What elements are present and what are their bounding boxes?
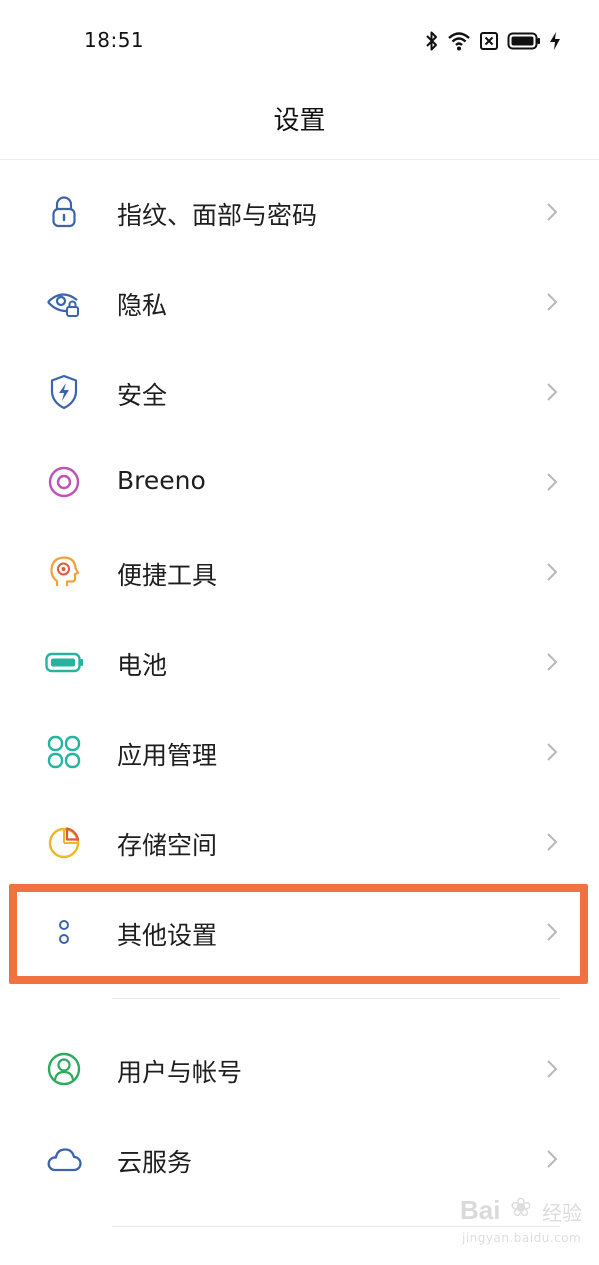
settings-item-label: 存储空间 — [117, 831, 218, 860]
app-management-icon — [44, 732, 84, 772]
settings-item-convenience-tools[interactable]: 便捷工具 — [0, 527, 599, 617]
battery-icon — [44, 642, 84, 682]
chevron-right-icon — [541, 1058, 563, 1080]
chevron-right-icon — [541, 741, 563, 763]
lock-icon — [44, 192, 84, 232]
settings-item-cloud-service[interactable]: 云服务 — [0, 1114, 599, 1204]
battery-icon — [507, 31, 541, 51]
bluetooth-icon — [425, 30, 439, 52]
section-divider — [112, 998, 560, 999]
page-title: 设置 — [273, 106, 326, 136]
chevron-right-icon — [541, 1148, 563, 1170]
settings-item-label: Breeno — [117, 466, 206, 495]
baidu-jingyan-watermark: Bai ❀ 经验 jingyan.baidu.com — [450, 1193, 590, 1255]
sim-disabled-icon — [479, 31, 499, 51]
status-bar: 18:51 — [0, 0, 599, 80]
settings-item-label: 用户与帐号 — [117, 1058, 243, 1087]
settings-item-label: 应用管理 — [117, 741, 218, 770]
chevron-right-icon — [541, 381, 563, 403]
settings-item-battery[interactable]: 电池 — [0, 617, 599, 707]
charging-icon — [549, 31, 561, 51]
storage-pie-icon — [44, 822, 84, 862]
settings-item-breeno[interactable]: Breeno — [0, 437, 599, 527]
convenience-tools-icon — [44, 552, 84, 592]
settings-item-label: 云服务 — [117, 1148, 193, 1177]
security-shield-icon — [44, 372, 84, 412]
settings-item-label: 指纹、面部与密码 — [117, 201, 318, 230]
watermark-url: jingyan.baidu.com — [462, 1231, 582, 1245]
chevron-right-icon — [541, 471, 563, 493]
settings-item-label: 电池 — [117, 651, 168, 680]
chevron-right-icon — [541, 291, 563, 313]
chevron-right-icon — [541, 831, 563, 853]
settings-item-label: 安全 — [117, 381, 168, 410]
title-divider — [0, 159, 599, 160]
settings-item-privacy[interactable]: 隐私 — [0, 257, 599, 347]
watermark-brand-cn: 经验 — [542, 1201, 582, 1225]
breeno-icon — [44, 462, 84, 502]
highlight-box — [9, 884, 588, 984]
settings-item-storage[interactable]: 存储空间 — [0, 797, 599, 887]
chevron-right-icon — [541, 561, 563, 583]
settings-item-app-management[interactable]: 应用管理 — [0, 707, 599, 797]
watermark-brand: Bai — [460, 1195, 501, 1225]
cloud-icon — [44, 1139, 84, 1179]
paw-icon: ❀ — [510, 1193, 532, 1223]
chevron-right-icon — [541, 201, 563, 223]
user-account-icon — [44, 1049, 84, 1089]
settings-item-user-account[interactable]: 用户与帐号 — [0, 1024, 599, 1114]
chevron-right-icon — [541, 651, 563, 673]
settings-item-security[interactable]: 安全 — [0, 347, 599, 437]
status-icons — [425, 28, 561, 54]
status-time: 18:51 — [84, 28, 145, 52]
settings-item-label: 隐私 — [117, 291, 168, 320]
wifi-icon — [447, 31, 471, 51]
settings-item-label: 便捷工具 — [117, 561, 218, 590]
settings-item-fingerprint-face-password[interactable]: 指纹、面部与密码 — [0, 167, 599, 257]
privacy-eye-icon — [44, 282, 84, 322]
